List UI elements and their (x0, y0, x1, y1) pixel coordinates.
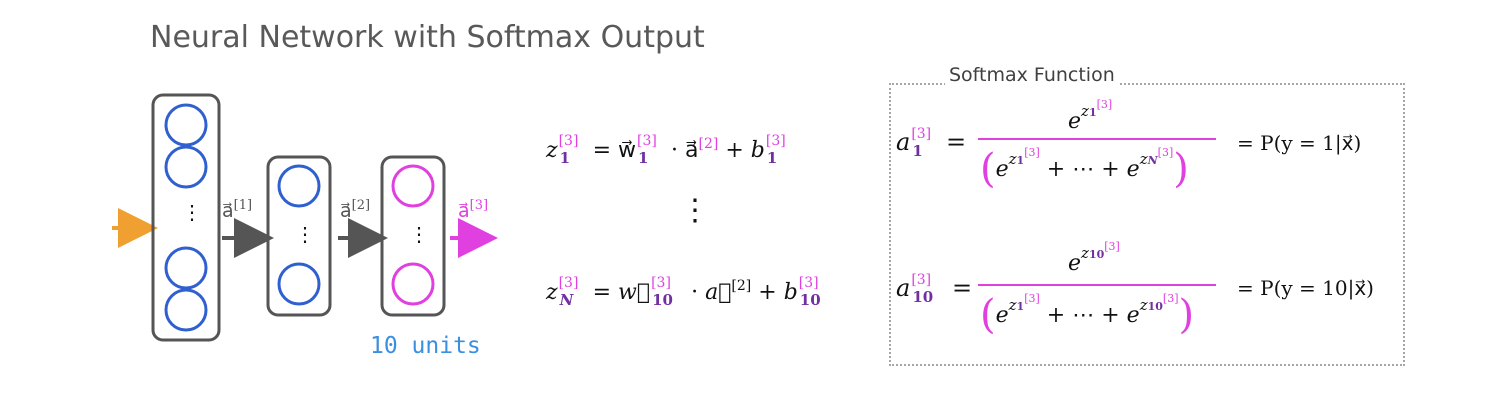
activation-label-1: a⃗[1] (222, 198, 253, 222)
layer-1-unit (164, 246, 208, 290)
layer-2-unit (277, 262, 321, 306)
softmax-lhs-10: a [3] 10 = (896, 272, 973, 306)
layer-2-ellipsis: ⋮ (295, 222, 315, 246)
linear-equation-n: z [3] N = w⃗ [3] 10 · a⃗[2] + b [3] 10 (546, 275, 821, 309)
softmax-probability-1: = P(y = 1|x⃗) (1237, 131, 1362, 155)
softmax-title: Softmax Function (945, 64, 1119, 86)
equations-ellipsis: ⋮ (680, 193, 710, 228)
activation-label-2: a⃗[2] (340, 198, 371, 222)
linear-equation-1: z [3] 1 = w⃗ [3] 1 · a⃗[2] + b [3] 1 (546, 133, 786, 167)
softmax-fraction-bar-10 (978, 284, 1216, 286)
softmax-numerator-10: ez10[3] (1068, 240, 1120, 276)
softmax-denominator-10: (ez1[3] + ⋯ + ez10[3]) (980, 292, 1195, 338)
units-label: 10 units (370, 333, 481, 359)
layer-1-ellipsis: ⋮ (182, 200, 202, 224)
layer-1-unit (164, 103, 208, 147)
layer-1-unit (164, 145, 208, 189)
output-unit (391, 164, 435, 208)
softmax-denominator-1: (ez1[3] + ⋯ + ezN[3]) (980, 146, 1189, 192)
softmax-probability-10: = P(y = 10|x⃗) (1237, 276, 1374, 300)
softmax-numerator-1: ez1[3] (1068, 98, 1113, 134)
output-unit (391, 262, 435, 306)
softmax-lhs-1: a [3] 1 = (896, 126, 967, 160)
layer-3-ellipsis: ⋮ (409, 222, 429, 246)
layer-2-unit (277, 164, 321, 208)
output-activation-label: a⃗[3] (458, 198, 489, 222)
softmax-fraction-bar-1 (978, 138, 1216, 140)
layer-1-unit (164, 288, 208, 332)
